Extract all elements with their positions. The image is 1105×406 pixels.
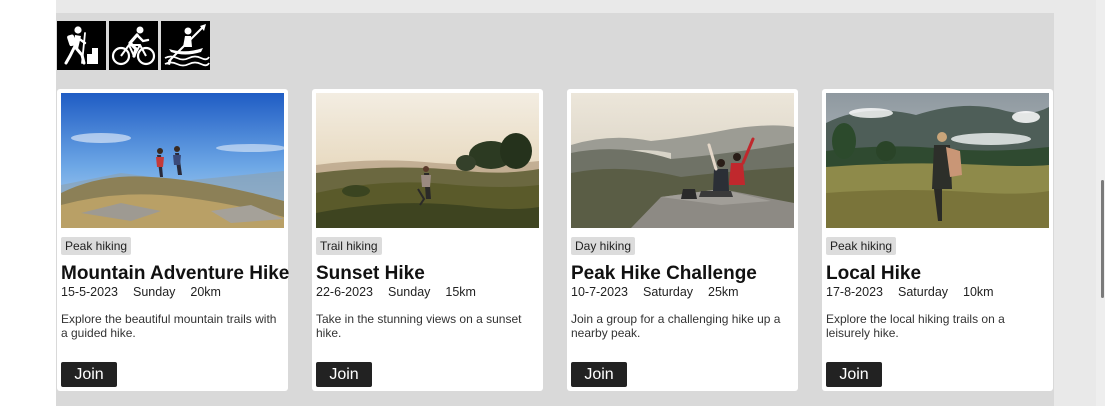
- hike-description: Take in the stunning views on a sunset h…: [316, 312, 522, 340]
- hike-title: Local Hike: [826, 263, 922, 284]
- card-photo-mountain-hikers: [61, 93, 284, 228]
- hike-distance: 20km: [190, 285, 221, 299]
- hike-day: Saturday: [643, 285, 694, 299]
- hike-day: Sunday: [133, 285, 176, 299]
- hike-type-tag: Peak hiking: [61, 237, 132, 255]
- card-photo-summit-celebration: [571, 93, 794, 228]
- hike-meta: 10-7-2023 Saturday 25km: [571, 285, 794, 300]
- hike-distance: 25km: [708, 285, 739, 299]
- scrollbar-thumb[interactable]: [1101, 180, 1104, 298]
- hike-title: Mountain Adventure Hike: [61, 263, 290, 284]
- event-card: Peak hiking Local Hike 17-8-2023 Saturda…: [822, 89, 1053, 391]
- join-button[interactable]: Join: [826, 362, 882, 387]
- kayaking-icon[interactable]: [161, 21, 210, 70]
- card-photo-meadow-hiker: [826, 93, 1049, 228]
- join-button[interactable]: Join: [316, 362, 372, 387]
- hike-date: 10-7-2023: [571, 285, 628, 299]
- hike-meta: 22-6-2023 Sunday 15km: [316, 285, 539, 300]
- hike-type-tag: Trail hiking: [316, 237, 382, 255]
- event-card: Peak hiking Mountain Adventure Hike 15-5…: [57, 89, 290, 391]
- hike-date: 22-6-2023: [316, 285, 373, 299]
- hike-distance: 15km: [445, 285, 476, 299]
- hike-description: Join a group for a challenging hike up a…: [571, 312, 781, 340]
- hike-distance: 10km: [963, 285, 994, 299]
- hike-description: Explore the beautiful mountain trails wi…: [61, 312, 277, 340]
- join-button[interactable]: Join: [61, 362, 117, 387]
- hike-date: 17-8-2023: [826, 285, 883, 299]
- hike-description: Explore the local hiking trails on a lei…: [826, 312, 1005, 340]
- hike-date: 15-5-2023: [61, 285, 118, 299]
- hike-meta: 15-5-2023 Sunday 20km: [61, 285, 284, 300]
- hike-day: Sunday: [388, 285, 431, 299]
- card-photo-sunset-hiker: [316, 93, 539, 228]
- event-card: Trail hiking Sunset Hike 22-6-2023 Sunda…: [312, 89, 543, 391]
- hike-type-tag: Day hiking: [571, 237, 636, 255]
- activity-filter: [57, 21, 210, 70]
- hike-title: Sunset Hike: [316, 263, 425, 284]
- join-button[interactable]: Join: [571, 362, 627, 387]
- event-card-list: Peak hiking Mountain Adventure Hike 15-5…: [57, 89, 1053, 391]
- event-card: Day hiking Peak Hike Challenge 10-7-2023…: [567, 89, 798, 391]
- cycling-icon[interactable]: [109, 21, 158, 70]
- hike-day: Saturday: [898, 285, 949, 299]
- page: Peak hiking Mountain Adventure Hike 15-5…: [0, 0, 1105, 406]
- hiking-icon[interactable]: [57, 21, 106, 70]
- hike-title: Peak Hike Challenge: [571, 263, 757, 284]
- hike-meta: 17-8-2023 Saturday 10km: [826, 285, 1049, 300]
- hike-type-tag: Peak hiking: [826, 237, 897, 255]
